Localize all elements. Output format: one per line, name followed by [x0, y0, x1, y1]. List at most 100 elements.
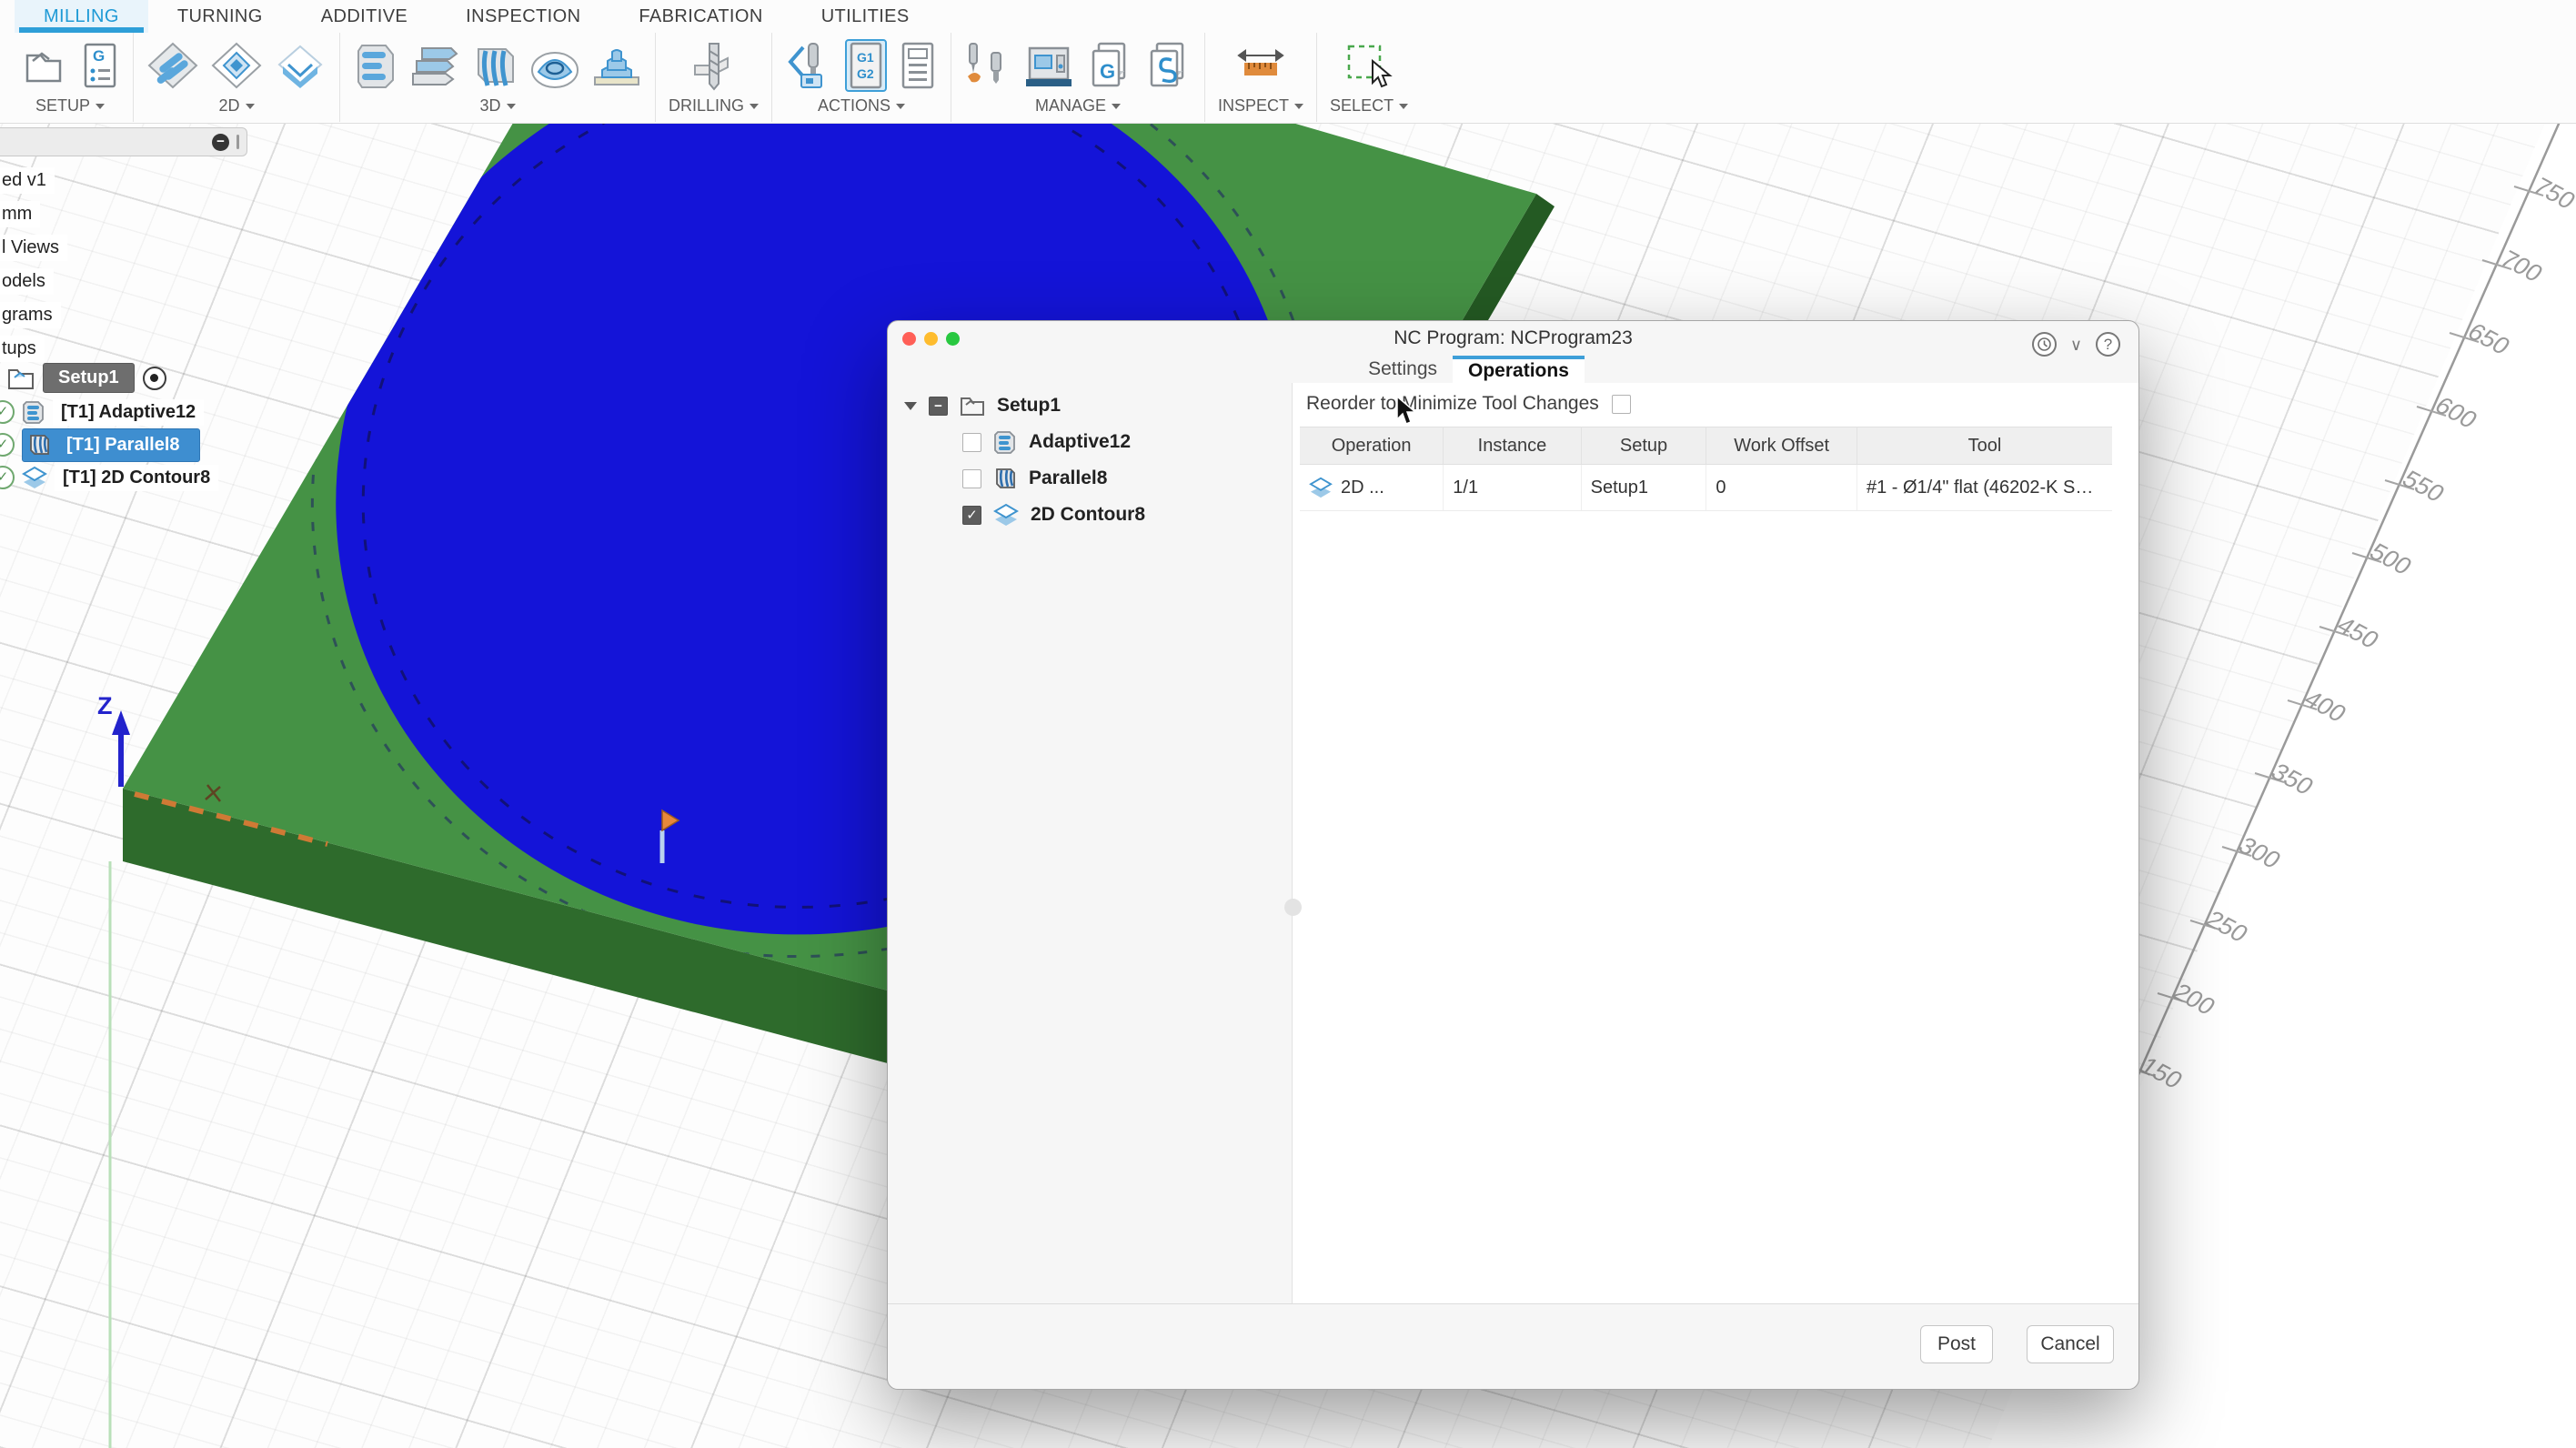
zoom-window-icon[interactable]	[946, 332, 960, 346]
pane-splitter-handle[interactable]	[1284, 899, 1302, 916]
3d-pocket-clearing-icon[interactable]	[409, 41, 460, 90]
post-process-icon[interactable]: G1G2	[848, 42, 884, 89]
contour-op-icon	[1309, 477, 1333, 498]
browser-item-document[interactable]: ed v1	[0, 167, 55, 194]
template-library-icon[interactable]	[1144, 40, 1192, 91]
operations-table: Operation Instance Setup Work Offset Too…	[1300, 427, 2112, 511]
z-axis-arrowhead	[112, 710, 130, 735]
help-icon[interactable]: ?	[2096, 332, 2120, 357]
setup1-checkbox[interactable]: −	[929, 396, 948, 416]
machine-library-icon[interactable]	[1022, 41, 1075, 90]
group-label-drilling[interactable]: DRILLING	[669, 96, 760, 116]
parallel8-checkbox[interactable]	[962, 468, 981, 488]
browser-item-units[interactable]: mm	[0, 201, 41, 227]
reorder-checkbox[interactable]	[1611, 394, 1631, 414]
tab-settings[interactable]: Settings	[1353, 356, 1453, 383]
svg-text:G2: G2	[857, 66, 874, 81]
col-operation[interactable]: Operation	[1300, 427, 1444, 465]
dlg-tree-parallel8-row[interactable]: Parallel8	[962, 463, 1107, 494]
op-label: [T1] Parallel8	[66, 434, 180, 455]
table-row[interactable]: 2D ... 1/1 Setup1 0 #1 - Ø1/4" flat (462…	[1300, 464, 2112, 511]
3d-parallel-icon[interactable]	[471, 40, 518, 91]
select-icon[interactable]	[1343, 41, 1394, 90]
op-check-icon[interactable]: ✓	[0, 466, 15, 489]
close-window-icon[interactable]	[902, 332, 916, 346]
tab-inspection[interactable]: INSPECTION	[437, 0, 609, 33]
col-instance[interactable]: Instance	[1443, 427, 1582, 465]
setup1-visibility-radio-icon[interactable]	[142, 366, 166, 390]
group-label-actions[interactable]: ACTIONS	[818, 96, 906, 116]
setup-sheet-icon[interactable]	[898, 41, 938, 90]
setup-folder-icon	[8, 368, 34, 389]
2d-pocket-icon[interactable]	[210, 41, 263, 90]
dlg-tree-adaptive12-row[interactable]: Adaptive12	[962, 427, 1131, 458]
op-check-icon[interactable]: ✓	[0, 433, 15, 457]
disclosure-triangle-icon[interactable]	[904, 401, 917, 410]
col-setup[interactable]: Setup	[1581, 427, 1707, 465]
browser-item-named-views[interactable]: l Views	[0, 235, 67, 261]
z-axis-label: Z	[97, 692, 113, 719]
col-work-offset[interactable]: Work Offset	[1706, 427, 1857, 465]
dropdown-arrow-icon	[96, 103, 105, 109]
tab-turning[interactable]: TURNING	[148, 0, 292, 33]
new-setup-icon[interactable]	[20, 41, 69, 90]
group-inspect: INSPECT	[1205, 33, 1318, 122]
3d-spiral-icon[interactable]	[591, 41, 642, 90]
browser-item-setups[interactable]: tups	[0, 336, 45, 362]
2d-contour-icon[interactable]	[274, 41, 327, 90]
group-label-text: 3D	[479, 96, 501, 115]
setup1-badge[interactable]: Setup1	[43, 363, 135, 393]
dlg-tree-2dcontour8-row[interactable]: ✓ 2D Contour8	[962, 499, 1145, 530]
post-process-selected-frame: G1 G2	[845, 39, 888, 92]
window-controls	[902, 332, 960, 346]
panel-resize-handle[interactable]	[236, 135, 239, 149]
3d-scallop-icon[interactable]	[529, 41, 580, 90]
reorder-label: Reorder to Minimize Tool Changes	[1306, 393, 1599, 414]
dlg-tree-setup1-row[interactable]: − Setup1	[904, 390, 1061, 421]
tab-fabrication[interactable]: FABRICATION	[609, 0, 791, 33]
group-label-3d[interactable]: 3D	[479, 96, 516, 116]
group-label-manage[interactable]: MANAGE	[1035, 96, 1122, 116]
dlg-parallel8-label: Parallel8	[1029, 468, 1108, 488]
group-label-select[interactable]: SELECT	[1330, 96, 1409, 116]
dialog-titlebar[interactable]: NC Program: NCProgram23	[888, 321, 2138, 356]
2d-adaptive-icon[interactable]	[146, 41, 199, 90]
post-library-icon[interactable]: G	[1086, 40, 1133, 91]
simulate-icon[interactable]	[785, 40, 834, 91]
post-button[interactable]: Post	[1920, 1325, 1993, 1363]
group-2d: 2D	[134, 33, 340, 122]
col-tool[interactable]: Tool	[1857, 427, 2112, 465]
chevron-down-icon[interactable]: ∨	[2070, 337, 2082, 353]
cell-setup: Setup1	[1581, 464, 1707, 511]
3d-adaptive-icon[interactable]	[353, 40, 398, 91]
2dcontour8-checkbox[interactable]: ✓	[962, 505, 981, 525]
browser-item-nc-programs[interactable]: grams	[0, 302, 61, 328]
collapse-browser-icon[interactable]: −	[212, 133, 229, 151]
op-check-icon[interactable]: ✓	[0, 400, 15, 424]
tab-utilities[interactable]: UTILITIES	[792, 0, 939, 33]
new-nc-program-icon[interactable]: G	[80, 41, 120, 90]
table-header-row: Operation Instance Setup Work Offset Too…	[1300, 427, 2112, 465]
group-label-2d[interactable]: 2D	[218, 96, 255, 116]
browser-panel-header[interactable]: −	[0, 127, 247, 156]
tool-library-icon[interactable]	[964, 40, 1011, 91]
tab-milling[interactable]: MILLING	[15, 0, 148, 33]
browser-op-adaptive12[interactable]: ✓ [T1] Adaptive12	[0, 397, 205, 427]
svg-text:G: G	[93, 47, 105, 65]
drill-icon[interactable]	[689, 40, 739, 91]
browser-setup1-row[interactable]: Setup1	[7, 363, 166, 393]
measure-icon[interactable]	[1233, 43, 1288, 88]
group-label-text: SETUP	[35, 96, 90, 115]
group-label-inspect[interactable]: INSPECT	[1218, 96, 1304, 116]
browser-op-2dcontour8[interactable]: ✓ [T1] 2D Contour8	[0, 462, 219, 493]
cancel-button[interactable]: Cancel	[2027, 1325, 2114, 1363]
adaptive12-checkbox[interactable]	[962, 432, 981, 452]
minimize-window-icon[interactable]	[924, 332, 938, 346]
browser-op-parallel8[interactable]: ✓ [T1] Parallel8	[0, 427, 200, 462]
tab-additive[interactable]: ADDITIVE	[292, 0, 437, 33]
tab-operations[interactable]: Operations	[1453, 356, 1585, 383]
defaults-clock-icon[interactable]	[2031, 332, 2057, 357]
cell-work-offset: 0	[1706, 464, 1857, 511]
group-label-setup[interactable]: SETUP	[35, 96, 105, 116]
browser-item-models[interactable]: odels	[0, 268, 54, 295]
